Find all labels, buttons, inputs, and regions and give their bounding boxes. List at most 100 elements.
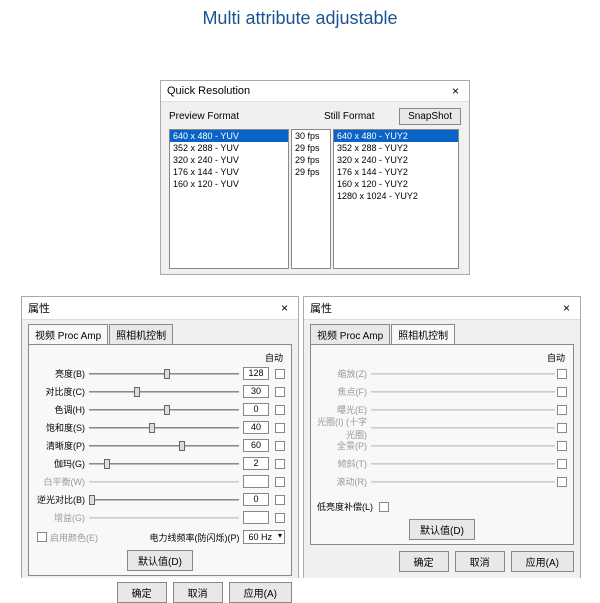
auto-checkbox[interactable] [275,441,285,451]
window-title: Quick Resolution [167,85,250,97]
titlebar[interactable]: 属性 × [22,297,298,320]
list-item[interactable]: 352 x 288 - YUV [170,142,288,154]
list-item[interactable]: 320 x 240 - YUV [170,154,288,166]
low-comp-checkbox[interactable] [379,502,389,512]
list-item[interactable]: 29 fps [292,166,330,178]
close-icon[interactable]: × [559,301,574,315]
list-item[interactable]: 160 x 120 - YUV [170,178,288,190]
quick-resolution-window: Quick Resolution × Preview Format Still … [160,80,470,275]
fps-listbox[interactable]: 30 fps29 fps29 fps29 fps [291,129,331,269]
slider-row: 滚动(R) [317,474,567,489]
slider-label: 增益(G) [35,511,89,524]
slider-thumb[interactable] [89,495,95,505]
auto-checkbox[interactable] [557,369,567,379]
auto-checkbox[interactable] [557,441,567,451]
list-item[interactable]: 29 fps [292,154,330,166]
slider-thumb[interactable] [149,423,155,433]
slider-track [89,477,239,487]
properties-window-procamp: 属性 × 视频 Proc Amp 照相机控制 自动 亮度(B)128对比度(C)… [21,296,299,578]
slider-track[interactable] [89,369,239,379]
list-item[interactable]: 1280 x 1024 - YUY2 [334,190,458,202]
slider-row: 缩放(Z) [317,366,567,381]
slider-track[interactable] [89,387,239,397]
auto-checkbox[interactable] [275,387,285,397]
slider-thumb[interactable] [164,369,170,379]
auto-checkbox[interactable] [275,513,285,523]
slider-row: 增益(G) [35,510,285,525]
list-item[interactable]: 320 x 240 - YUY2 [334,154,458,166]
close-icon[interactable]: × [448,84,463,98]
enable-color-checkbox[interactable] [37,532,47,542]
slider-label: 白平衡(W) [35,475,89,488]
list-item[interactable]: 176 x 144 - YUY2 [334,166,458,178]
default-button[interactable]: 默认值(D) [409,519,475,540]
close-icon[interactable]: × [277,301,292,315]
auto-checkbox[interactable] [275,423,285,433]
slider-thumb[interactable] [179,441,185,451]
slider-label: 焦点(F) [317,385,371,398]
auto-checkbox[interactable] [275,369,285,379]
apply-button[interactable]: 应用(A) [511,551,574,572]
slider-label: 亮度(B) [35,367,89,380]
list-item[interactable]: 176 x 144 - YUV [170,166,288,178]
list-item[interactable]: 352 x 288 - YUY2 [334,142,458,154]
slider-track[interactable] [89,495,239,505]
snapshot-button[interactable]: SnapShot [399,108,461,125]
tab-proc-amp[interactable]: 视频 Proc Amp [310,324,390,344]
still-listbox[interactable]: 640 x 480 - YUY2352 x 288 - YUY2320 x 24… [333,129,459,269]
tab-camera-control[interactable]: 照相机控制 [391,324,455,344]
value-box[interactable]: 0 [243,403,269,416]
list-item[interactable]: 29 fps [292,142,330,154]
auto-checkbox[interactable] [275,495,285,505]
slider-row: 对比度(C) 30 [35,384,285,399]
list-item[interactable]: 160 x 120 - YUY2 [334,178,458,190]
slider-label: 缩放(Z) [317,367,371,380]
slider-label: 对比度(C) [35,385,89,398]
slider-track [89,513,239,523]
slider-track[interactable] [89,441,239,451]
value-box[interactable] [243,475,269,488]
list-item[interactable]: 640 x 480 - YUV [170,130,288,142]
slider-track[interactable] [89,423,239,433]
value-box[interactable]: 60 [243,439,269,452]
default-button[interactable]: 默认值(D) [127,550,193,571]
value-box[interactable]: 0 [243,493,269,506]
properties-window-camera: 属性 × 视频 Proc Amp 照相机控制 自动 缩放(Z)焦点(F)曝光(E… [303,296,581,578]
auto-header: 自动 [317,351,567,364]
list-item[interactable]: 30 fps [292,130,330,142]
enable-color-label: 启用颜色(E) [50,531,98,544]
preview-listbox[interactable]: 640 x 480 - YUV352 x 288 - YUV320 x 240 … [169,129,289,269]
value-box[interactable]: 2 [243,457,269,470]
slider-row: 白平衡(W) [35,474,285,489]
auto-checkbox[interactable] [275,477,285,487]
auto-checkbox[interactable] [557,477,567,487]
slider-thumb[interactable] [134,387,140,397]
slider-thumb[interactable] [104,459,110,469]
slider-row: 光圈(I) (十字光圈) [317,420,567,435]
auto-checkbox[interactable] [557,423,567,433]
auto-checkbox[interactable] [275,405,285,415]
auto-checkbox[interactable] [557,459,567,469]
tab-camera-control[interactable]: 照相机控制 [109,324,173,344]
cancel-button[interactable]: 取消 [455,551,505,572]
auto-checkbox[interactable] [557,387,567,397]
slider-track[interactable] [89,405,239,415]
slider-thumb[interactable] [164,405,170,415]
slider-label: 清晰度(P) [35,439,89,452]
value-box[interactable] [243,511,269,524]
value-box[interactable]: 40 [243,421,269,434]
list-item[interactable]: 640 x 480 - YUY2 [334,130,458,142]
slider-label: 逆光对比(B) [35,493,89,506]
titlebar[interactable]: Quick Resolution × [161,81,469,102]
auto-checkbox[interactable] [275,459,285,469]
slider-track[interactable] [89,459,239,469]
auto-checkbox[interactable] [557,405,567,415]
slider-row: 饱和度(S)40 [35,420,285,435]
value-box[interactable]: 128 [243,367,269,380]
slider-row: 焦点(F) [317,384,567,399]
ok-button[interactable]: 确定 [399,551,449,572]
value-box[interactable]: 30 [243,385,269,398]
powerline-combo[interactable]: 60 Hz [243,530,285,544]
titlebar[interactable]: 属性 × [304,297,580,320]
tab-proc-amp[interactable]: 视频 Proc Amp [28,324,108,344]
